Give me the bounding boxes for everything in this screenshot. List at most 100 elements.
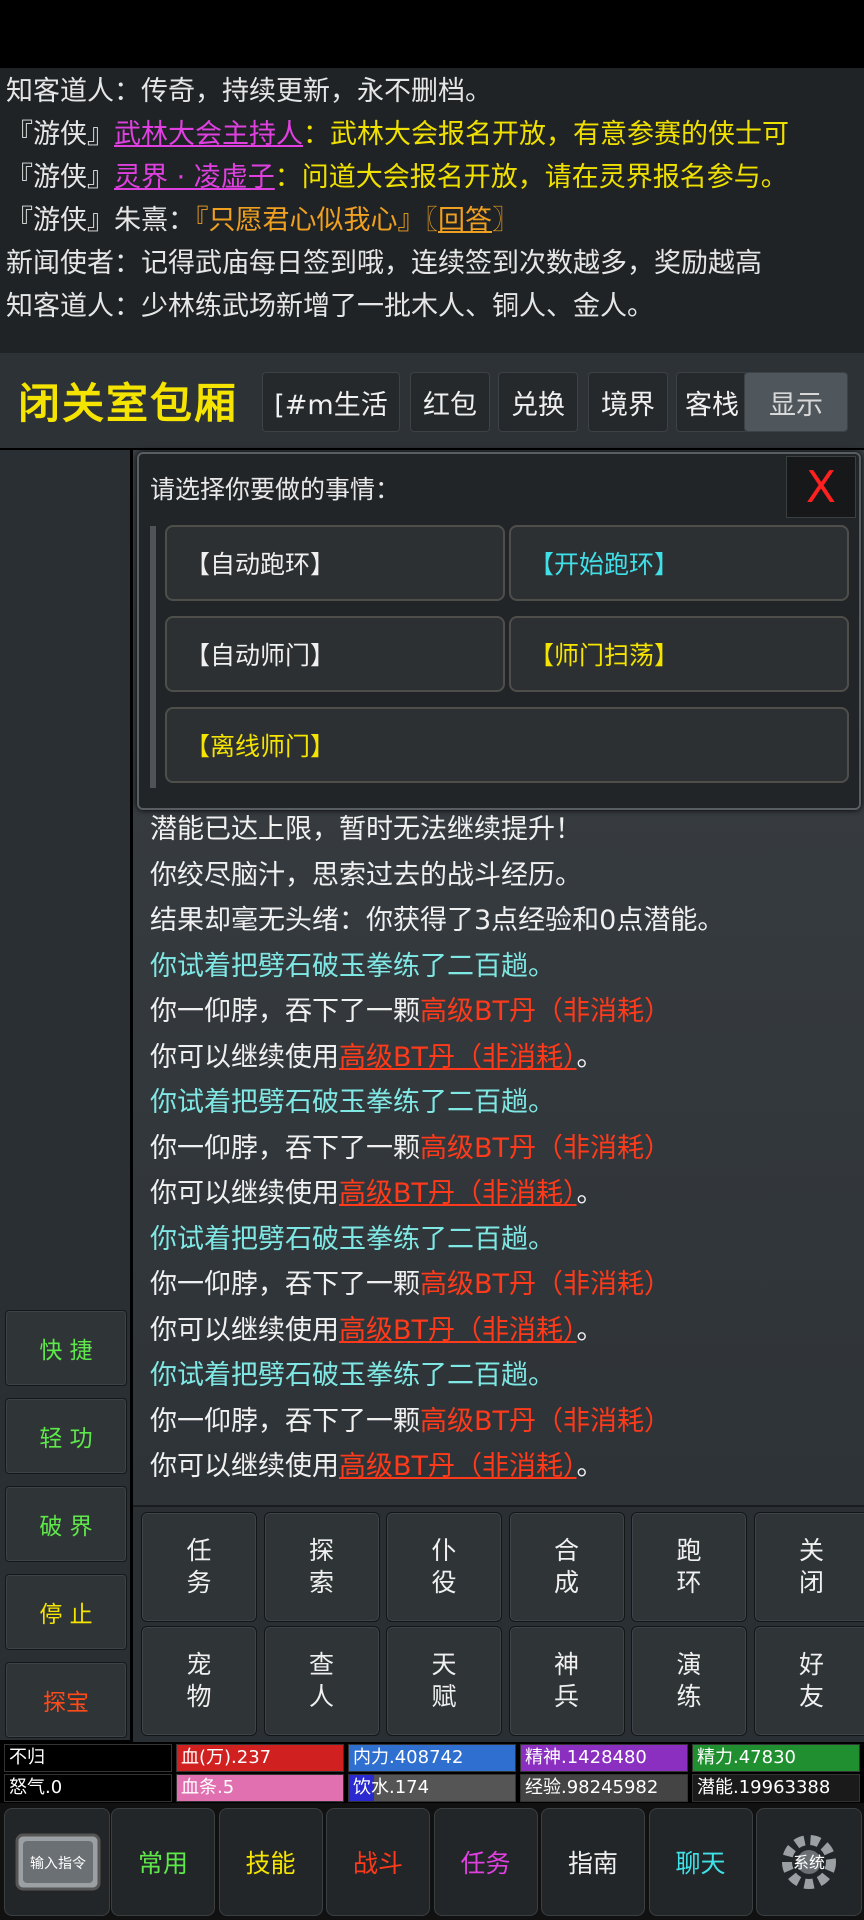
log-text: 你绞尽脑汁，思索过去的战斗经历。 (150, 859, 582, 891)
chat-line: 知客道人：传奇，持续更新，永不删档。 (6, 72, 492, 112)
chat-line: 知客道人：少林练武场新增了一批木人、铜人、金人。 (6, 287, 654, 327)
stat-bar: 不归 (4, 1744, 172, 1772)
log-line: 你一仰脖，吞下了一颗高级BT丹（非消耗） (150, 994, 671, 1030)
tab-red-packet[interactable]: 红包 (410, 372, 490, 432)
log-line: 你试着把劈石破玉拳练了二百趟。 (150, 1222, 555, 1258)
log-line: 你可以继续使用高级BT丹（非消耗）。 (150, 1040, 604, 1076)
stat-label: 精神.1428480 (525, 1747, 647, 1768)
log-text: 。 (576, 1178, 604, 1209)
chat-text: ：问道大会报名开放，请在灵界报名参与。 (274, 162, 788, 193)
chat-text: 『游侠』 (6, 162, 114, 193)
action-button[interactable]: 好 友 (753, 1626, 864, 1736)
nav-tab[interactable]: 任务 (433, 1808, 538, 1916)
dialog-option[interactable]: 【师门扫荡】 (509, 616, 849, 692)
action-button[interactable]: 演 练 (631, 1626, 747, 1736)
log-line: 你可以继续使用高级BT丹（非消耗）。 (150, 1176, 604, 1212)
log-text: 结果却毫无头绪：你获得了3点经验和0点潜能。 (150, 905, 725, 936)
tab-exchange[interactable]: 兑换 (498, 372, 578, 432)
action-button[interactable]: 仆 役 (386, 1512, 502, 1622)
stat-label: 血(万).237 (181, 1747, 272, 1768)
chat-link[interactable]: 灵界 · 凌虚子 (114, 162, 275, 193)
log-text: 高级BT丹（非消耗） (420, 1269, 672, 1300)
item-link[interactable]: 高级BT丹（非消耗） (339, 1042, 577, 1073)
svg-text:系统: 系统 (793, 1853, 825, 1872)
log-text: 高级BT丹（非消耗） (420, 1405, 672, 1437)
action-button[interactable]: 关 闭 (753, 1512, 864, 1622)
log-text: 你试着把劈石破玉拳练了二百趟。 (150, 1223, 555, 1255)
action-button[interactable]: 跑 环 (631, 1512, 747, 1622)
stat-label: 血条.5 (181, 1777, 235, 1798)
log-line: 你试着把劈石破玉拳练了二百趟。 (150, 1085, 555, 1121)
dialog-scrollbar[interactable] (150, 526, 156, 788)
stat-label: 怒气.0 (9, 1777, 63, 1798)
tab-life[interactable]: [#m生活 (262, 372, 400, 432)
log-line: 你一仰脖，吞下了一颗高级BT丹（非消耗） (150, 1131, 671, 1167)
dialog-option[interactable]: 【开始跑环】 (509, 525, 849, 601)
show-button[interactable]: 显示 (744, 372, 848, 432)
dialog-option[interactable]: 【自动跑环】 (165, 525, 505, 601)
nav-tab[interactable]: 聊天 (648, 1808, 753, 1916)
nav-tab[interactable]: 常用 (111, 1808, 215, 1916)
stat-label: 精力.47830 (697, 1747, 796, 1768)
log-text: 你可以继续使用 (150, 1178, 339, 1209)
log-line: 潜能已达上限，暂时无法继续提升！ (150, 812, 582, 848)
action-button[interactable]: 探 索 (263, 1512, 380, 1622)
action-button[interactable]: 宠 物 (141, 1626, 257, 1736)
log-text: 。 (576, 1314, 604, 1346)
item-link[interactable]: 高级BT丹（非消耗） (339, 1315, 577, 1346)
action-button[interactable]: 神 兵 (508, 1626, 625, 1736)
chat-text: 知客道人：少林练武场新增了一批木人、铜人、金人。 (6, 291, 654, 322)
stat-bar: 经验.98245982 (520, 1774, 688, 1802)
action-button[interactable]: 任 务 (141, 1512, 257, 1622)
action-button[interactable]: 查 人 (263, 1626, 380, 1736)
chat-panel: 知客道人：传奇，持续更新，永不删档。 『游侠』武林大会主持人：武林大会报名开放，有… (0, 68, 864, 353)
log-line: 你试着把劈石破玉拳练了二百趟。 (150, 949, 555, 985)
log-line: 你可以继续使用高级BT丹（非消耗）。 (150, 1313, 604, 1349)
chat-line: 新闻使者：记得武庙每日签到哦，连续签到次数越多，奖励越高 (6, 244, 762, 284)
nav-tab[interactable]: 指南 (541, 1808, 645, 1916)
log-line: 你绞尽脑汁，思索过去的战斗经历。 (150, 858, 582, 894)
action-button[interactable]: 天 赋 (386, 1626, 502, 1736)
chat-text: ：武林大会报名开放，有意参赛的侠士可 (303, 119, 789, 150)
stat-bar: 血条.5 (176, 1774, 344, 1802)
command-input-button[interactable]: 输入指令 (4, 1808, 110, 1916)
side-button[interactable]: 探宝 (5, 1662, 127, 1738)
log-text: 你试着把劈石破玉拳练了二百趟。 (150, 1360, 555, 1391)
item-link[interactable]: 高级BT丹（非消耗） (339, 1178, 577, 1209)
tab-inn[interactable]: 客栈 (676, 372, 748, 432)
chat-link[interactable]: 武林大会主持人 (114, 119, 303, 150)
log-text: 你可以继续使用 (150, 1314, 339, 1346)
dialog-option[interactable]: 【离线师门】 (165, 707, 849, 783)
tab-realm[interactable]: 境界 (588, 372, 668, 432)
stat-bar: 怒气.0 (4, 1774, 172, 1802)
action-button[interactable]: 合 成 (508, 1512, 625, 1622)
log-text: 你一仰脖，吞下了一颗 (150, 1405, 420, 1437)
chat-text: 『游侠』 (6, 119, 114, 150)
system-button[interactable]: 系统 (756, 1808, 862, 1916)
stat-bar: 饮水.174 (348, 1774, 516, 1802)
log-text: 。 (576, 1041, 604, 1073)
side-button[interactable]: 轻 功 (5, 1398, 127, 1474)
nav-tab[interactable]: 技能 (218, 1808, 323, 1916)
log-text: 你试着把劈石破玉拳练了二百趟。 (150, 1087, 555, 1118)
side-button[interactable]: 快 捷 (5, 1310, 127, 1386)
log-text: 你一仰脖，吞下了一颗 (150, 996, 420, 1027)
chat-line: 『游侠』武林大会主持人：武林大会报名开放，有意参赛的侠士可 (6, 115, 789, 155)
log-text: 高级BT丹（非消耗） (420, 996, 672, 1027)
chat-link[interactable]: 回答 (438, 205, 492, 236)
item-link[interactable]: 高级BT丹（非消耗） (339, 1451, 577, 1482)
chat-text: 『只愿君心似我心』〖 (195, 205, 438, 236)
chat-line: 『游侠』灵界 · 凌虚子：问道大会报名开放，请在灵界报名参与。 (6, 158, 788, 198)
stat-bar: 内力.408742 (348, 1744, 516, 1772)
side-button[interactable]: 停 止 (5, 1574, 127, 1650)
stat-bar: 精神.1428480 (520, 1744, 688, 1772)
log-line: 你一仰脖，吞下了一颗高级BT丹（非消耗） (150, 1404, 671, 1440)
svg-text:输入指令: 输入指令 (30, 1856, 86, 1872)
dialog-option[interactable]: 【自动师门】 (165, 616, 505, 692)
nav-tab[interactable]: 战斗 (326, 1808, 430, 1916)
room-title: 闭关室包厢 (18, 379, 239, 428)
log-text: 你一仰脖，吞下了一颗 (150, 1132, 420, 1164)
close-button[interactable]: X (786, 456, 856, 518)
side-button[interactable]: 破 界 (5, 1486, 127, 1562)
log-text: 高级BT丹（非消耗） (420, 1132, 672, 1164)
